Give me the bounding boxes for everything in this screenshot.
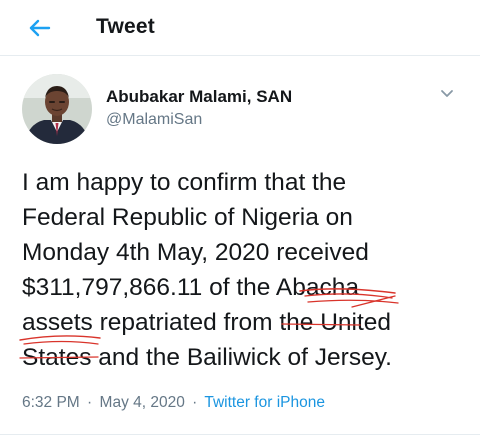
tweet-menu-button[interactable] (438, 86, 456, 100)
meta-separator: · (192, 394, 198, 411)
author-name[interactable]: Abubakar Malami, SAN (106, 87, 292, 107)
tweet-text: I am happy to confirm that the Federal R… (22, 169, 392, 371)
tweet-time[interactable]: 6:32 PM (22, 394, 80, 411)
chevron-down-icon (441, 90, 453, 97)
back-button[interactable] (26, 14, 54, 42)
avatar[interactable] (22, 74, 92, 144)
avatar-photo (22, 74, 92, 144)
author-handle[interactable]: @MalamiSan (106, 111, 202, 129)
tweet-source-link[interactable]: Twitter for iPhone (204, 394, 325, 411)
tweet-date[interactable]: May 4, 2020 (100, 394, 185, 411)
tweet-meta: 6:32 PM · May 4, 2020 · Twitter for iPho… (22, 394, 325, 412)
tweet-page: Tweet Abubakar Malami, SAN @MalamiSan I … (0, 0, 480, 445)
page-title: Tweet (96, 15, 155, 38)
meta-separator: · (87, 394, 93, 411)
divider (0, 434, 480, 435)
top-bar: Tweet (0, 0, 480, 56)
arrow-left-icon (29, 19, 51, 37)
